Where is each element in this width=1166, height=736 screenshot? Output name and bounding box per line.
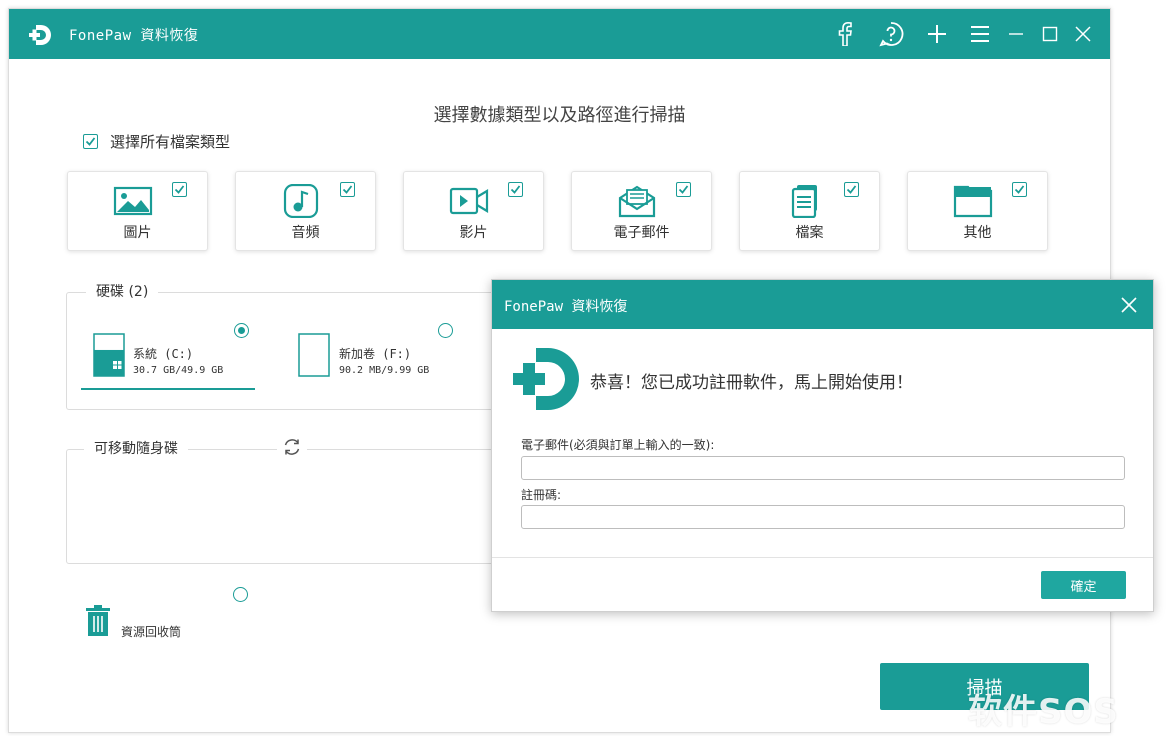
dialog-divider — [492, 557, 1153, 558]
dialog-close-icon[interactable] — [1119, 295, 1139, 315]
recycle-bin-radio[interactable] — [233, 587, 248, 602]
checkbox-checked-icon[interactable] — [83, 134, 98, 149]
file-type-label: 其他 — [963, 225, 992, 241]
drive-name: 新加卷 (F:) — [339, 347, 412, 361]
help-icon[interactable] — [877, 20, 905, 48]
title-bar: FonePaw 資料恢復 — [9, 9, 1110, 59]
file-type-label: 檔案 — [795, 225, 824, 241]
drive-name: 系統 (C:) — [133, 347, 194, 361]
drive-selected-underline — [81, 388, 255, 390]
file-type-card-image[interactable]: 圖片 — [67, 171, 208, 251]
maximize-icon[interactable] — [1036, 20, 1064, 48]
facebook-icon[interactable] — [831, 20, 859, 48]
file-type-card-email[interactable]: 電子郵件 — [571, 171, 712, 251]
drive-c-radio[interactable] — [234, 323, 249, 338]
file-type-card-video[interactable]: 影片 — [403, 171, 544, 251]
menu-icon[interactable] — [966, 20, 994, 48]
file-type-label: 電子郵件 — [613, 225, 670, 241]
video-icon — [449, 187, 489, 215]
file-type-label: 圖片 — [123, 225, 152, 241]
file-type-card-other[interactable]: 其他 — [907, 171, 1048, 251]
removable-group-label: 可移動隨身碟 — [84, 438, 188, 458]
checkbox-checked-icon[interactable] — [172, 182, 187, 197]
fonepaw-logo-icon — [29, 25, 51, 45]
registration-code-field[interactable] — [521, 505, 1125, 529]
checkbox-checked-icon[interactable] — [1012, 182, 1027, 197]
plus-icon[interactable] — [923, 20, 951, 48]
document-icon — [791, 185, 817, 218]
file-type-card-audio[interactable]: 音頻 — [235, 171, 376, 251]
audio-icon — [283, 184, 319, 218]
close-icon[interactable] — [1069, 20, 1097, 48]
checkbox-checked-icon[interactable] — [844, 182, 859, 197]
drive-size: 30.7 GB/49.9 GB — [133, 365, 224, 376]
recycle-bin-option[interactable]: 資源回收筒 — [85, 605, 215, 645]
app-title: FonePaw 資料恢復 — [69, 28, 199, 44]
watermark: 软件SOS — [968, 692, 1119, 732]
image-icon — [113, 186, 153, 216]
registration-dialog: FonePaw 資料恢復 恭喜！您已成功註冊軟件，馬上開始使用！ 電子郵件(必須… — [491, 279, 1154, 612]
checkbox-checked-icon[interactable] — [508, 182, 523, 197]
file-type-label: 音頻 — [291, 225, 320, 241]
dialog-title-bar: FonePaw 資料恢復 — [492, 280, 1153, 329]
registration-code-label: 註冊碼: — [521, 488, 562, 502]
file-type-label: 影片 — [459, 225, 488, 241]
drive-windows-icon — [93, 333, 125, 377]
fonepaw-logo-icon — [513, 348, 579, 410]
email-field-label: 電子郵件(必須與訂單上輸入的一致): — [521, 438, 715, 452]
checkbox-checked-icon[interactable] — [340, 182, 355, 197]
email-field[interactable] — [521, 456, 1125, 480]
hard-disk-group-label: 硬碟 (2) — [86, 281, 159, 301]
file-type-card-document[interactable]: 檔案 — [739, 171, 880, 251]
dialog-title: FonePaw 資料恢復 — [504, 299, 628, 315]
page-heading: 選擇數據類型以及路徑進行掃描 — [433, 105, 686, 126]
select-all-label: 選擇所有檔案類型 — [110, 133, 231, 151]
drive-icon — [298, 333, 330, 377]
drive-f-radio[interactable] — [438, 323, 453, 338]
success-message: 恭喜！您已成功註冊軟件，馬上開始使用！ — [590, 373, 913, 393]
recycle-bin-label: 資源回收筒 — [121, 625, 182, 639]
minimize-icon[interactable] — [1002, 20, 1030, 48]
folder-icon — [953, 185, 993, 218]
checkbox-checked-icon[interactable] — [676, 182, 691, 197]
select-all-checkbox[interactable]: 選擇所有檔案類型 — [83, 131, 230, 152]
email-icon — [618, 185, 656, 218]
drive-size: 90.2 MB/9.99 GB — [339, 365, 430, 376]
trash-icon — [86, 605, 110, 636]
refresh-icon[interactable] — [277, 436, 307, 458]
confirm-button[interactable]: 確定 — [1041, 571, 1126, 599]
